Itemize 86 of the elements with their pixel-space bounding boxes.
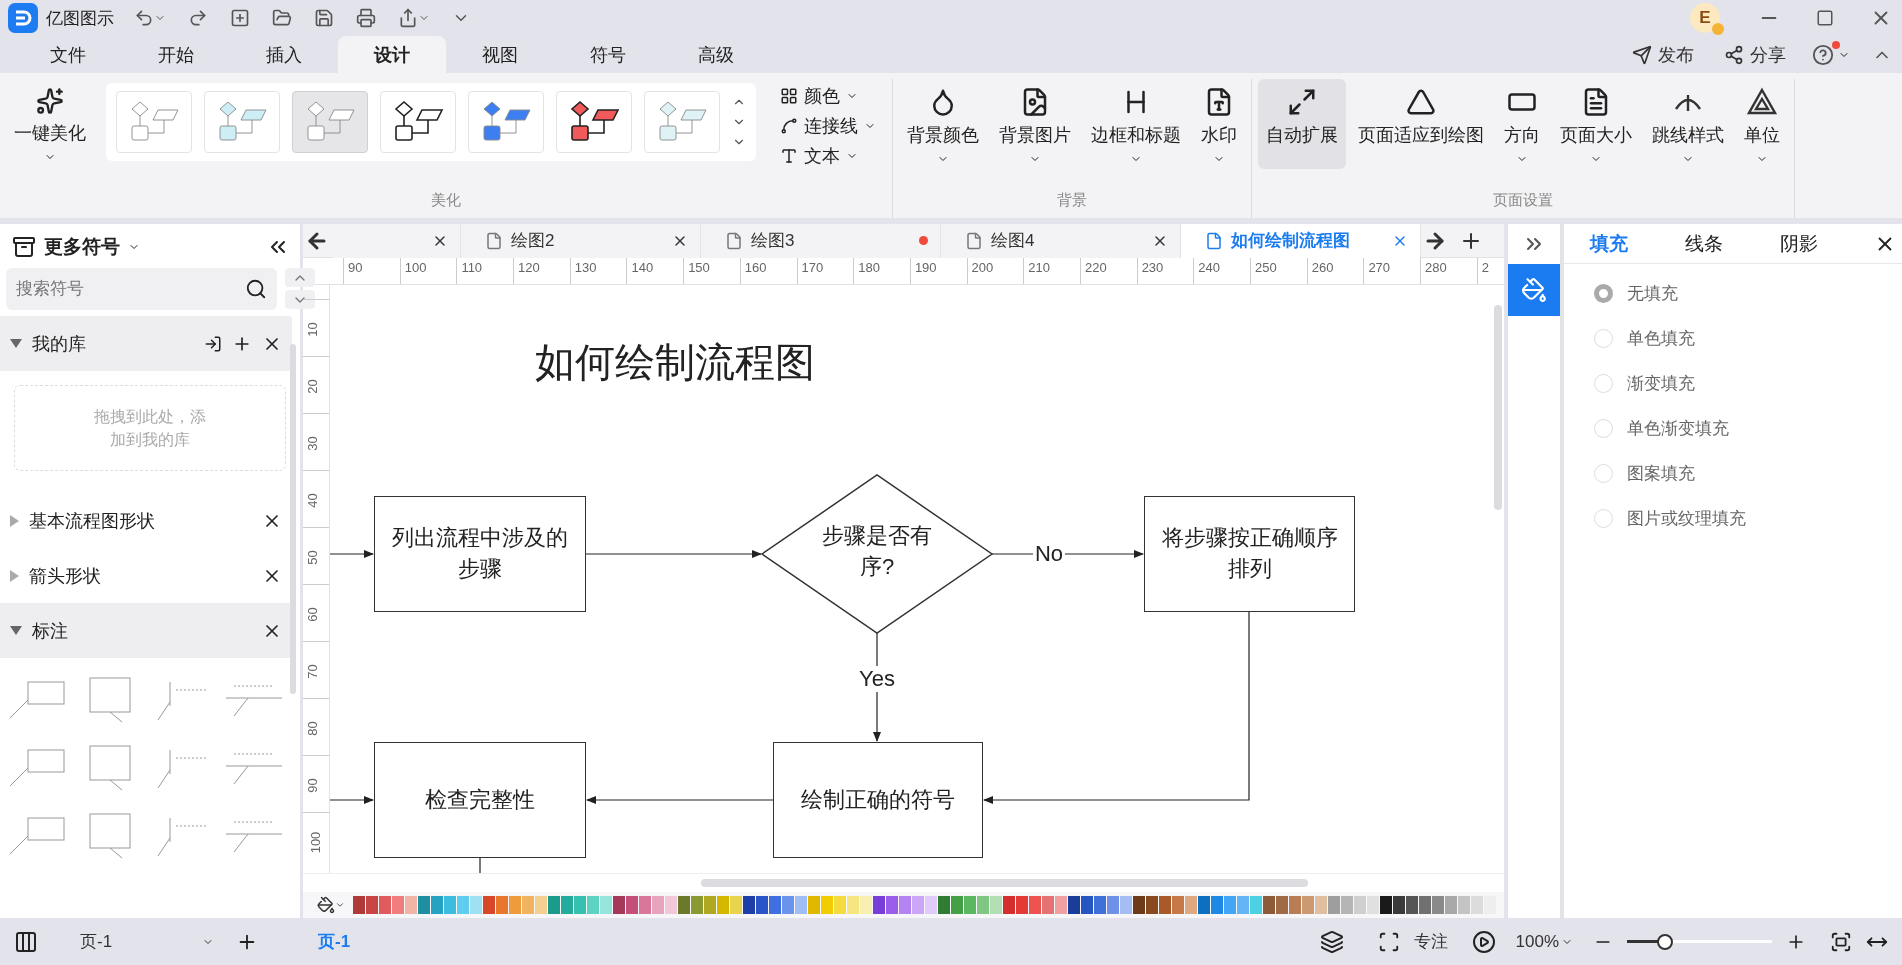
decision-label: 步骤是否有序? xyxy=(821,522,933,581)
menu-tab[interactable]: 设计 xyxy=(338,36,446,73)
menu-tab[interactable]: 视图 xyxy=(446,36,554,73)
ruler-number: 170 xyxy=(801,260,824,275)
ruler-number: 230 xyxy=(1141,260,1164,275)
connector-label: Yes xyxy=(857,666,897,692)
ruler-number: 220 xyxy=(1084,260,1107,275)
ribbon-button[interactable]: 页面大小 xyxy=(1552,79,1640,169)
panel-tab[interactable]: 填充 xyxy=(1584,229,1679,258)
menu-tab[interactable]: 文件 xyxy=(14,36,122,73)
ruler-number: 20 xyxy=(304,379,320,394)
ribbon-button[interactable]: 背景颜色 xyxy=(899,79,987,169)
fill-option[interactable]: 图片或纹理填充 xyxy=(1594,507,1902,530)
ruler-number: 70 xyxy=(304,664,320,679)
ribbon-button[interactable]: 单位 xyxy=(1736,79,1788,169)
ruler-number: 260 xyxy=(1311,260,1334,275)
ruler-number: 240 xyxy=(1198,260,1220,275)
ruler-number: 100 xyxy=(404,260,427,275)
app-name: 亿图图示 xyxy=(46,7,114,30)
menu-tab[interactable]: 高级 xyxy=(662,36,770,73)
panel-title[interactable]: 更多符号 xyxy=(44,234,120,260)
beautify-button[interactable]: 一键美化 xyxy=(6,79,94,169)
fill-option[interactable]: 图案填充 xyxy=(1594,462,1902,485)
process-box: 列出流程中涉及的步骤 xyxy=(374,496,586,612)
ruler-number: 250 xyxy=(1255,260,1277,275)
ruler-number: 130 xyxy=(574,260,597,275)
fill-option[interactable]: 单色填充 xyxy=(1594,327,1902,350)
library-header[interactable]: 标注 xyxy=(0,603,292,658)
process-box: 将步骤按正确顺序排列 xyxy=(1144,496,1355,612)
ruler-number: 2 xyxy=(1481,260,1489,275)
drop-hint: 拖拽到此处，添加到我的库 xyxy=(93,406,207,450)
ribbon-button[interactable]: 跳线样式 xyxy=(1644,79,1732,169)
group-label: 背景 xyxy=(1056,190,1088,210)
menu-tab[interactable]: 开始 xyxy=(122,36,230,73)
ribbon-button[interactable]: 边框和标题 xyxy=(1083,79,1189,169)
ruler-number: 120 xyxy=(518,260,540,275)
ruler-number: 200 xyxy=(971,260,994,275)
ruler-number: 40 xyxy=(304,493,320,508)
ruler-number: 30 xyxy=(304,436,320,451)
format-dropdown[interactable]: 颜色 xyxy=(780,83,876,109)
fill-option[interactable]: 无填充 xyxy=(1594,282,1902,305)
document-tab[interactable]: 如何绘制流程图 xyxy=(1181,223,1421,258)
ruler-number: 100 xyxy=(308,831,324,854)
ruler-number: 110 xyxy=(461,260,483,275)
page-dropdown[interactable]: 页-1 xyxy=(52,930,222,953)
ruler-number: 140 xyxy=(631,260,654,275)
group-label: 美化 xyxy=(430,190,462,210)
process-box: 绘制正确的符号 xyxy=(773,742,983,858)
ruler-number: 280 xyxy=(1425,260,1447,275)
ruler-number: 50 xyxy=(304,550,320,565)
ribbon-button[interactable]: 页面适应到绘图 xyxy=(1350,79,1492,169)
ruler-number: 160 xyxy=(744,260,767,275)
publish-button[interactable]: 发布 xyxy=(1626,36,1700,73)
ribbon-button[interactable]: 方向 xyxy=(1496,79,1548,169)
document-tab[interactable]: 绘图4 xyxy=(941,223,1181,258)
ruler-number: 270 xyxy=(1368,260,1391,275)
ruler-number: 80 xyxy=(304,721,320,736)
ruler-number: 180 xyxy=(858,260,880,275)
panel-tab[interactable]: 阴影 xyxy=(1774,229,1869,258)
fill-option[interactable]: 单色渐变填充 xyxy=(1594,417,1902,440)
library-header[interactable]: 我的库 xyxy=(0,316,292,371)
ruler-number: 150 xyxy=(688,260,710,275)
process-box: 检查完整性 xyxy=(374,742,586,858)
format-dropdown[interactable]: 文本 xyxy=(780,143,876,169)
ruler-number: 90 xyxy=(304,778,320,793)
ribbon-button[interactable]: 背景图片 xyxy=(991,79,1079,169)
search-field[interactable]: 搜索符号 xyxy=(6,268,277,310)
share-button[interactable]: 分享 xyxy=(1718,36,1792,73)
ruler-number: 190 xyxy=(914,260,937,275)
ruler-number: 210 xyxy=(1028,260,1050,275)
zoom-dropdown[interactable]: 100% xyxy=(1509,930,1579,953)
fill-option[interactable]: 渐变填充 xyxy=(1594,372,1902,395)
format-dropdown[interactable]: 连接线 xyxy=(780,113,876,139)
ribbon-button[interactable]: 自动扩展 xyxy=(1258,79,1346,169)
ruler-number: 10 xyxy=(304,322,320,337)
ruler-number: 60 xyxy=(304,607,320,622)
document-tab[interactable]: 绘图2 xyxy=(461,223,701,258)
ruler-number: 90 xyxy=(348,260,363,275)
group-label: 页面设置 xyxy=(1492,190,1554,210)
menu-tab[interactable]: 符号 xyxy=(554,36,662,73)
ribbon-button[interactable]: 水印 xyxy=(1193,79,1245,169)
diagram-title: 如何绘制流程图 xyxy=(535,339,815,386)
panel-tab[interactable]: 线条 xyxy=(1679,229,1774,258)
document-tab[interactable]: 绘图3 xyxy=(701,223,941,258)
menu-tab[interactable]: 插入 xyxy=(230,36,338,73)
focus-label[interactable]: 专注 xyxy=(1413,930,1448,953)
